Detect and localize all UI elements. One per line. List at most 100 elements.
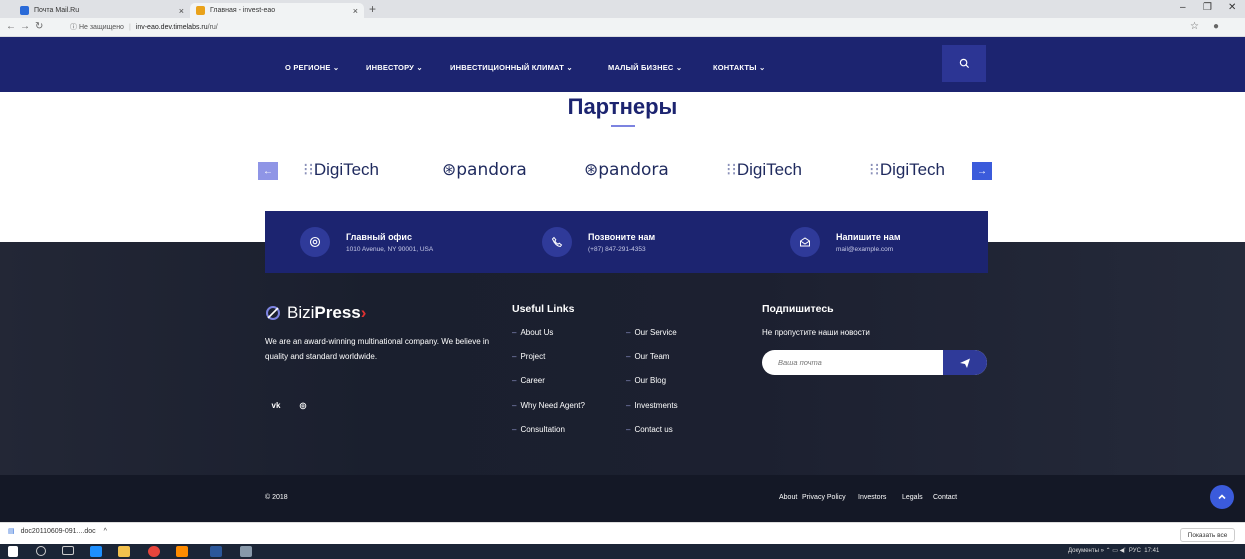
nav-item-small-business[interactable]: МАЛЫЙ БИЗНЕС ⌄	[608, 63, 682, 72]
url-field[interactable]: ⓘ Не защищено | inv-eao.dev.timelabs.ru …	[66, 20, 1182, 34]
subscribe-button[interactable]	[943, 350, 987, 375]
partner-logo-pandora[interactable]: ⊛pandora	[442, 160, 527, 180]
contact-mail: Напишите нам mail@example.com	[790, 211, 901, 273]
tab-title: Почта Mail.Ru	[34, 7, 80, 14]
folder-icon[interactable]	[118, 546, 130, 557]
start-icon[interactable]	[8, 546, 18, 557]
contact-value: (+87) 847-291-4353	[588, 245, 646, 253]
footer-link-project[interactable]: – Project	[512, 352, 545, 361]
partner-logo-digitech[interactable]: ⁝⁝DigiTech	[303, 160, 379, 180]
brand-bold: Press	[314, 303, 361, 322]
useful-links-title: Useful Links	[512, 303, 575, 315]
contact-value: mail@example.com	[836, 245, 894, 253]
url-host: inv-eao.dev.timelabs.ru	[135, 23, 208, 31]
mail-icon	[790, 227, 820, 257]
nav-item-contacts[interactable]: КОНТАКТЫ ⌄	[713, 63, 765, 72]
footer-link-why-agent[interactable]: – Why Need Agent?	[512, 401, 585, 410]
title-underline	[611, 125, 635, 127]
close-icon[interactable]: ×	[353, 6, 358, 16]
carousel-prev-button[interactable]: ←	[258, 162, 278, 180]
site-icon	[196, 6, 205, 15]
tab-mail[interactable]: Почта Mail.Ru ×	[14, 3, 190, 18]
close-window-button[interactable]: ✕	[1228, 2, 1236, 13]
bottom-link-privacy[interactable]: Privacy Policy	[802, 494, 846, 501]
new-tab-button[interactable]: +	[369, 2, 376, 16]
maximize-button[interactable]: ❐	[1203, 2, 1212, 13]
show-all-downloads-button[interactable]: Показать все	[1180, 528, 1235, 542]
star-icon[interactable]: ☆	[1190, 21, 1199, 32]
tab-title: Главная - invest-eao	[210, 7, 276, 14]
account-icon[interactable]: ●	[1213, 21, 1219, 32]
minimize-button[interactable]: –	[1180, 2, 1186, 13]
forward-icon[interactable]: →	[20, 21, 30, 32]
partners-title: Партнеры	[567, 94, 678, 119]
app-icon[interactable]	[176, 546, 188, 557]
bottom-link-contact[interactable]: Contact	[933, 494, 957, 501]
main-navigation: О РЕГИОНЕ ⌄ ИНВЕСТОРУ ⌄ ИНВЕСТИЦИОННЫЙ К…	[0, 37, 1245, 92]
word-icon[interactable]	[210, 546, 222, 557]
reload-icon[interactable]: ↻	[35, 21, 43, 32]
chevron-up-icon[interactable]: ^	[104, 528, 107, 535]
download-filename: doc20110609-091....doc	[20, 527, 96, 535]
contact-value: 1010 Avenue, NY 90001, USA	[346, 245, 434, 253]
nav-item-climate[interactable]: ИНВЕСТИЦИОННЫЙ КЛИМАТ ⌄	[450, 63, 573, 72]
partner-logo-digitech[interactable]: ⁝⁝DigiTech	[869, 160, 945, 180]
bottom-link-investors[interactable]: Investors	[858, 494, 886, 501]
edge-icon[interactable]	[90, 546, 102, 557]
chevron-up-icon	[1218, 494, 1226, 500]
contact-phone: Позвоните нам (+87) 847-291-4353	[542, 211, 655, 273]
footer-link-consultation[interactable]: – Consultation	[512, 425, 565, 434]
partner-logo-digitech[interactable]: ⁝⁝DigiTech	[726, 160, 802, 180]
partner-logo-pandora[interactable]: ⊛pandora	[584, 160, 669, 180]
contact-title: Главный офис	[346, 231, 412, 242]
footer-link-service[interactable]: – Our Service	[626, 328, 677, 337]
nav-item-investor[interactable]: ИНВЕСТОРУ ⌄	[366, 63, 423, 72]
footer-logo[interactable]: Bizi Press ›	[265, 303, 366, 323]
nav-item-region[interactable]: О РЕГИОНЕ ⌄	[285, 63, 339, 72]
copyright: © 2018	[265, 494, 288, 501]
footer-link-career[interactable]: – Career	[512, 376, 545, 385]
app-icon[interactable]	[240, 546, 252, 557]
task-view-icon[interactable]	[62, 546, 74, 555]
email-field[interactable]	[778, 356, 938, 369]
carousel-next-button[interactable]: →	[972, 162, 992, 180]
footer-link-team[interactable]: – Our Team	[626, 352, 669, 361]
footer-link-contact[interactable]: – Contact us	[626, 425, 673, 434]
close-icon[interactable]: ×	[179, 6, 184, 16]
contact-strip: Главный офис 1010 Avenue, NY 90001, USA …	[265, 211, 988, 273]
back-icon[interactable]: ←	[6, 21, 16, 32]
tab-invest[interactable]: Главная - invest-eao ×	[190, 3, 364, 18]
tray-label: Документы	[1068, 548, 1099, 554]
contact-title: Позвоните нам	[588, 231, 656, 242]
search-button[interactable]	[942, 45, 986, 82]
footer-bottom-bar	[0, 475, 1245, 522]
mail-icon	[20, 6, 29, 15]
contact-office: Главный офис 1010 Avenue, NY 90001, USA	[300, 211, 433, 273]
vk-icon[interactable]: vk	[266, 397, 286, 413]
location-icon	[300, 227, 330, 257]
footer-link-about[interactable]: – About Us	[512, 328, 553, 337]
url-path: /ru/	[207, 23, 218, 31]
send-icon	[960, 358, 970, 368]
system-tray[interactable]: Документы » ⌃ ▭ ◀ʼ РУС 17:41	[1068, 547, 1159, 554]
security-label: Не защищено	[78, 23, 124, 31]
contact-title: Напишите нам	[836, 231, 901, 242]
chrome-icon[interactable]	[148, 546, 160, 557]
instagram-icon[interactable]: ◎	[293, 397, 313, 413]
subscribe-subtitle: Не пропустите наши новости	[762, 328, 870, 337]
subscribe-title: Подпишитесь	[762, 303, 834, 315]
bottom-link-about[interactable]: About	[779, 494, 797, 501]
brand-light: Bizi	[287, 303, 315, 322]
info-icon[interactable]: ⓘ	[70, 22, 77, 32]
download-item[interactable]: ▤ doc20110609-091....doc ^	[8, 527, 107, 536]
doc-icon: ▤	[8, 528, 15, 535]
footer-link-blog[interactable]: – Our Blog	[626, 376, 666, 385]
download-bar	[0, 522, 1245, 544]
footer-link-investments[interactable]: – Investments	[626, 401, 678, 410]
language-indicator: РУС	[1128, 548, 1141, 554]
search-icon	[959, 58, 969, 69]
search-icon[interactable]	[36, 546, 46, 556]
footer-about: We are an award-winning multinational co…	[265, 337, 490, 361]
bottom-link-legals[interactable]: Legals	[902, 494, 923, 501]
scroll-top-button[interactable]	[1210, 485, 1234, 509]
